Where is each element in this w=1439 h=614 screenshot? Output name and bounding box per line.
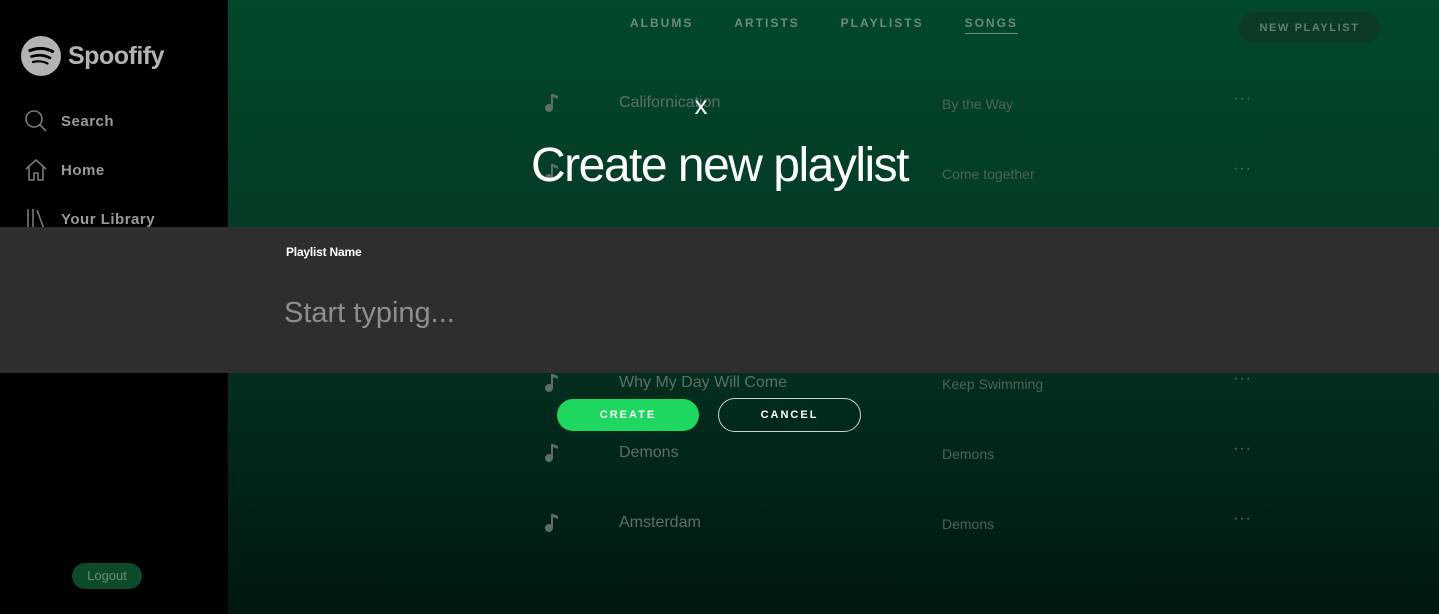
more-options-icon[interactable]: ··· (1233, 90, 1252, 108)
sidebar-item-label: Your Library (61, 210, 156, 228)
library-tabs: ALBUMS ARTISTS PLAYLISTS SONGS (630, 16, 1059, 34)
playlist-name-label: Playlist Name (286, 245, 362, 259)
tab-albums[interactable]: ALBUMS (630, 16, 693, 34)
song-title: Why My Day Will Come (619, 374, 788, 391)
song-title: Amsterdam (619, 514, 701, 531)
new-playlist-button[interactable]: NEW PLAYLIST (1239, 12, 1380, 43)
app-logo[interactable]: Spoofify (21, 36, 165, 76)
tab-playlists[interactable]: PLAYLISTS (841, 16, 924, 34)
song-row[interactable]: Demons Demons ··· (228, 440, 1439, 470)
song-album: Demons (942, 516, 995, 532)
song-row[interactable]: Amsterdam Demons ··· (228, 510, 1439, 540)
modal-title: Create new playlist (530, 139, 910, 192)
playlist-name-input[interactable] (284, 291, 1164, 335)
tab-songs[interactable]: SONGS (964, 16, 1018, 34)
song-title: Demons (619, 444, 679, 461)
music-note-icon (544, 372, 560, 394)
song-album: By the Way (942, 96, 1014, 112)
song-album: Demons (942, 446, 995, 462)
cancel-button[interactable]: CANCEL (718, 398, 861, 432)
music-note-icon (544, 512, 560, 534)
create-button[interactable]: CREATE (557, 399, 699, 431)
playlist-name-panel: Playlist Name (0, 227, 1439, 373)
close-icon[interactable]: x (690, 92, 712, 120)
tab-artists[interactable]: ARTISTS (734, 16, 799, 34)
music-note-icon (544, 442, 560, 464)
sidebar-item-label: Search (61, 112, 115, 130)
more-options-icon[interactable]: ··· (1233, 510, 1252, 528)
sidebar-item-search[interactable]: Search (24, 108, 155, 134)
song-row[interactable]: Californication By the Way ··· (228, 90, 1439, 120)
song-album: Keep Swimming (942, 376, 1044, 392)
more-options-icon[interactable]: ··· (1233, 440, 1252, 458)
search-icon (24, 109, 48, 133)
song-row[interactable]: Why My Day Will Come Keep Swimming ··· (228, 370, 1439, 400)
logout-button[interactable]: Logout (72, 563, 142, 589)
app-name: Spoofify (68, 41, 165, 70)
music-note-icon (544, 92, 560, 114)
spotify-logo-icon (21, 36, 61, 76)
